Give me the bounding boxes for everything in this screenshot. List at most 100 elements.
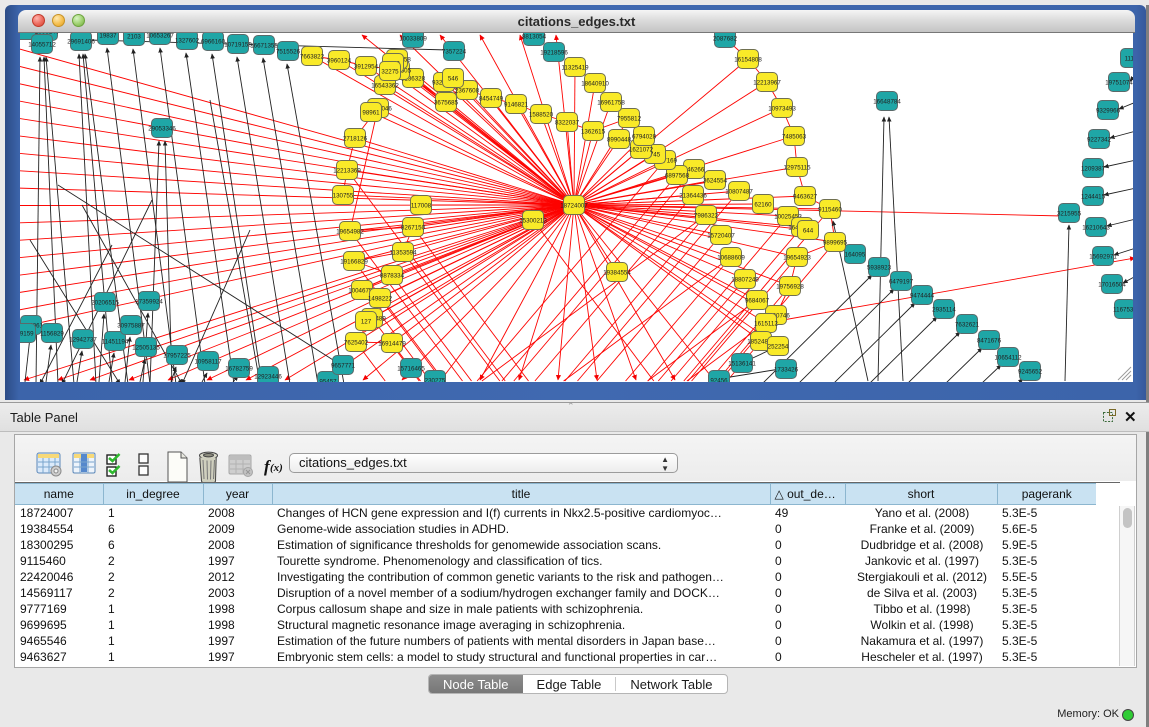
svg-text:7625402: 7625402 — [344, 340, 369, 347]
svg-text:7632621: 7632621 — [955, 322, 980, 329]
svg-text:16782759: 16782759 — [225, 366, 253, 373]
svg-text:19384554: 19384554 — [603, 270, 631, 277]
svg-text:21364436: 21364436 — [679, 193, 707, 200]
svg-text:16914479: 16914479 — [378, 341, 406, 348]
svg-text:10653267: 10653267 — [146, 33, 174, 40]
svg-text:7485063: 7485063 — [782, 134, 807, 141]
svg-text:644: 644 — [803, 228, 814, 235]
svg-text:2367608: 2367608 — [455, 88, 480, 95]
svg-text:8813054: 8813054 — [522, 34, 547, 41]
svg-text:1156829: 1156829 — [40, 331, 64, 338]
svg-text:127: 127 — [361, 319, 372, 326]
svg-text:12213967: 12213967 — [753, 80, 781, 87]
svg-text:11451194: 11451194 — [102, 339, 129, 346]
svg-text:16543362: 16543362 — [371, 83, 399, 90]
svg-text:1615112: 1615112 — [754, 321, 778, 328]
svg-text:1327602: 1327602 — [175, 38, 200, 45]
svg-text:9115460: 9115460 — [818, 207, 842, 214]
svg-text:11325419: 11325419 — [561, 65, 589, 72]
svg-text:1621072: 1621072 — [629, 147, 654, 154]
svg-text:9245652: 9245652 — [1018, 369, 1043, 376]
svg-text:19654923: 19654923 — [783, 255, 811, 262]
svg-text:17957225: 17957225 — [163, 353, 191, 360]
svg-text:(x): (x) — [270, 462, 283, 474]
svg-text:6479197: 6479197 — [889, 279, 914, 286]
svg-text:10719155: 10719155 — [224, 42, 252, 49]
svg-text:12505135: 12505135 — [132, 345, 160, 352]
svg-text:95457: 95457 — [319, 379, 337, 383]
svg-text:10033809: 10033809 — [399, 36, 427, 43]
svg-text:6897568: 6897568 — [665, 173, 690, 180]
svg-text:92456: 92456 — [710, 378, 728, 383]
svg-text:18640910: 18640910 — [581, 81, 609, 88]
svg-text:18724007: 18724007 — [560, 203, 588, 210]
svg-text:19756928: 19756928 — [776, 284, 804, 291]
svg-text:2103: 2103 — [127, 34, 141, 41]
svg-text:16154808: 16154808 — [734, 57, 762, 64]
svg-text:9146821: 9146821 — [504, 102, 529, 109]
svg-text:10973493: 10973493 — [768, 106, 796, 113]
svg-text:98961: 98961 — [362, 110, 380, 117]
svg-text:2718126: 2718126 — [343, 136, 368, 143]
svg-text:10654112: 10654112 — [994, 355, 1022, 362]
svg-text:19654982: 19654982 — [336, 229, 364, 236]
svg-text:9899695: 9899695 — [823, 240, 848, 247]
svg-text:12923446: 12923446 — [254, 374, 282, 381]
svg-text:12213369: 12213369 — [333, 168, 361, 175]
svg-text:1498222: 1498222 — [368, 296, 393, 303]
svg-text:10807487: 10807487 — [725, 189, 753, 196]
svg-text:17359924: 17359924 — [135, 299, 163, 306]
svg-text:164095: 164095 — [845, 252, 866, 259]
svg-text:230275: 230275 — [425, 378, 446, 383]
svg-text:9684067: 9684067 — [745, 298, 770, 305]
svg-text:32275: 32275 — [381, 69, 399, 76]
svg-text:30975887: 30975887 — [117, 323, 145, 330]
svg-text:1588520: 1588520 — [529, 112, 554, 119]
svg-text:2935114: 2935114 — [932, 307, 956, 314]
svg-text:14055712: 14055712 — [28, 42, 56, 49]
svg-text:29053346: 29053346 — [148, 126, 176, 133]
svg-text:546: 546 — [448, 76, 459, 83]
svg-text:12942737: 12942737 — [69, 337, 97, 344]
svg-text:15716465: 15716465 — [397, 366, 425, 373]
svg-text:6966160: 6966160 — [201, 39, 226, 46]
svg-text:15720407: 15720407 — [707, 233, 735, 240]
svg-text:29691406: 29691406 — [67, 39, 95, 46]
svg-text:7986322: 7986322 — [694, 213, 719, 220]
svg-text:9329966: 9329966 — [1096, 108, 1121, 115]
svg-text:5938923: 5938923 — [867, 265, 892, 272]
svg-text:1244415: 1244415 — [1081, 194, 1106, 201]
svg-text:39159: 39159 — [20, 331, 34, 338]
svg-text:130755: 130755 — [333, 193, 354, 200]
svg-text:8990448: 8990448 — [607, 137, 632, 144]
svg-text:1362615: 1362615 — [581, 129, 606, 136]
svg-text:1733426: 1733426 — [774, 367, 799, 374]
svg-text:6794028: 6794028 — [632, 134, 657, 141]
svg-text:16210643: 16210643 — [1082, 225, 1110, 232]
svg-text:19218596: 19218596 — [540, 50, 568, 57]
svg-text:11353594: 11353594 — [389, 250, 417, 257]
svg-text:2087682: 2087682 — [713, 36, 738, 43]
svg-text:3675685: 3675685 — [434, 100, 459, 107]
svg-text:10958117: 10958117 — [194, 359, 222, 366]
svg-text:8267150: 8267150 — [401, 225, 426, 232]
svg-text:15136141: 15136141 — [728, 361, 756, 368]
svg-text:8471676: 8471676 — [977, 338, 1002, 345]
svg-text:19837: 19837 — [99, 33, 117, 40]
svg-text:1167533: 1167533 — [1113, 307, 1133, 314]
svg-text:7515526: 7515526 — [276, 49, 301, 56]
svg-text:1112: 1112 — [1125, 56, 1133, 63]
svg-text:16671355: 16671355 — [250, 43, 278, 50]
svg-text:7955812: 7955812 — [617, 116, 642, 123]
svg-text:17016504: 17016504 — [1098, 282, 1126, 289]
svg-text:10688609: 10688609 — [717, 255, 745, 262]
svg-text:3624554: 3624554 — [703, 178, 728, 185]
svg-text:16648784: 16648784 — [873, 99, 901, 106]
svg-text:16961758: 16961758 — [597, 100, 625, 107]
svg-text:3912954: 3912954 — [354, 64, 379, 71]
svg-text:9463627: 9463627 — [793, 194, 818, 201]
svg-text:252254: 252254 — [768, 344, 789, 351]
svg-text:25300213: 25300213 — [519, 218, 547, 225]
svg-text:19751074: 19751074 — [1105, 80, 1133, 87]
svg-text:19166829: 19166829 — [340, 259, 368, 266]
